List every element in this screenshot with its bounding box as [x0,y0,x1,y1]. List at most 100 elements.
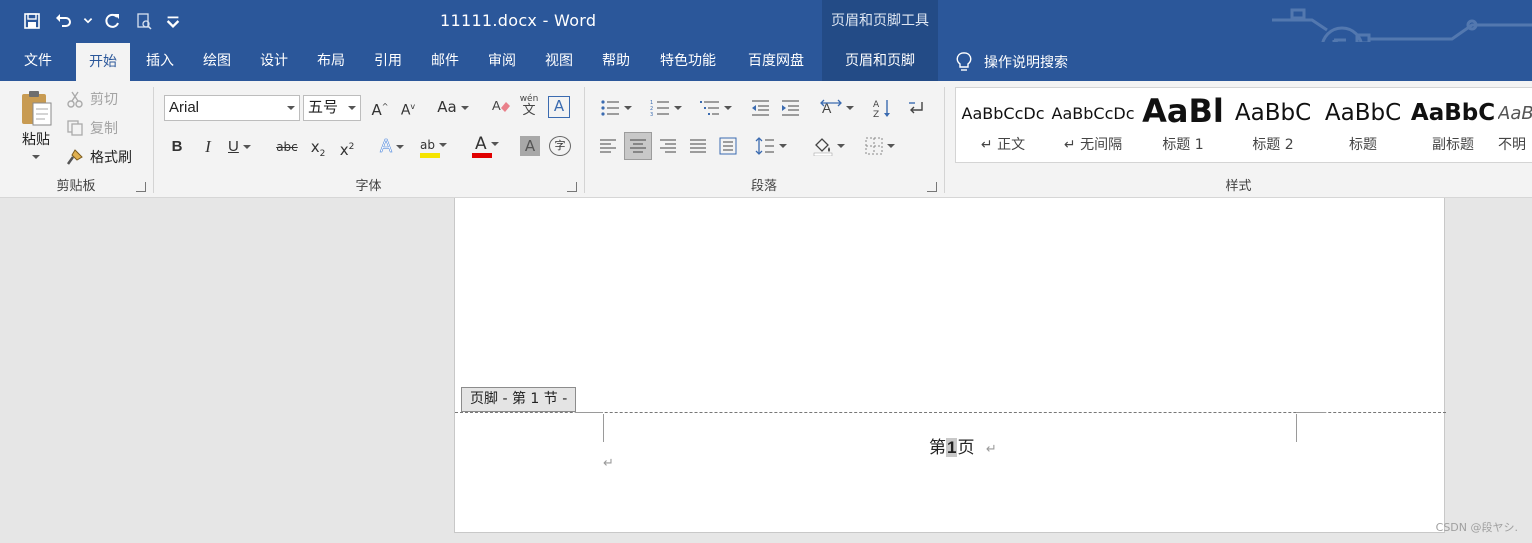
tab-mailings[interactable]: 邮件 [421,42,469,81]
justify-button[interactable] [685,133,711,159]
decrease-indent-button[interactable] [748,95,772,121]
print-preview-icon[interactable] [130,8,158,34]
text-effects-button[interactable]: A [373,136,411,160]
strikethrough-button[interactable]: abc [274,136,300,160]
clipboard-group: 粘贴 剪切 复制 格式刷 剪贴板 [0,81,152,198]
tell-me-search[interactable]: 操作说明搜索 [956,42,1068,81]
paragraph-mark: ↵ [985,442,997,457]
change-case-button[interactable]: Aa [434,96,472,120]
svg-text:A: A [873,100,880,110]
font-color-button[interactable]: A [472,133,512,158]
tab-baidu-netdisk[interactable]: 百度网盘 [740,42,812,81]
tab-home[interactable]: 开始 [76,43,130,81]
align-center-button[interactable] [624,132,652,160]
font-name-dropdown-icon [287,106,295,110]
align-center-icon [630,139,646,153]
document-page[interactable]: 页脚 - 第 1 节 - 第1页 ↵ ↵ [454,198,1446,533]
bullets-button[interactable] [595,95,637,121]
enclose-characters-button[interactable]: 字 [549,136,571,156]
tab-draw[interactable]: 绘图 [193,42,241,81]
tell-me-label: 操作说明搜索 [984,54,1068,71]
clear-formatting-button[interactable]: A [490,96,512,120]
tab-help[interactable]: 帮助 [592,42,640,81]
grow-font-button[interactable]: A^ [370,96,390,120]
paste-button[interactable]: 粘贴 [14,89,58,161]
customize-qat-icon[interactable] [162,8,184,34]
grow-font-glyph: A [371,101,382,119]
character-border-glyph: A [553,97,565,115]
undo-dropdown-icon[interactable] [82,8,94,34]
highlight-button[interactable]: ab [420,133,460,158]
shrink-font-button[interactable]: Av [398,96,418,120]
tab-insert[interactable]: 插入 [136,42,184,81]
line-spacing-button[interactable] [750,133,792,159]
title-bar: 11111.docx - Word [0,0,1532,77]
save-icon[interactable] [18,8,46,34]
footer-section-tag: 页脚 - 第 1 节 - [461,387,577,412]
character-border-button[interactable]: A [548,96,570,118]
multilevel-list-button[interactable] [695,95,737,121]
footer-page-number-text[interactable]: 第1页 ↵ [929,433,997,458]
subscript-mark: 2 [319,149,326,159]
tab-view[interactable]: 视图 [535,42,583,81]
footer-suffix: 页 [957,438,975,458]
phonetic-guide-button[interactable]: wén 文 [518,93,540,117]
format-painter-button[interactable]: 格式刷 [66,147,132,167]
tab-special-features[interactable]: 特色功能 [652,42,724,81]
borders-button[interactable] [859,133,901,159]
font-name-combo[interactable]: Arial [164,95,300,121]
svg-text:A: A [492,98,501,113]
paste-dropdown-icon[interactable] [14,149,58,161]
increase-indent-button[interactable] [778,95,802,121]
shading-button[interactable] [807,133,851,159]
superscript-mark: 2 [348,142,355,152]
bold-button[interactable]: B [167,136,187,160]
left-margin-corner [575,412,603,413]
distributed-button[interactable] [715,133,741,159]
copy-button[interactable]: 复制 [66,118,118,138]
copy-icon [67,120,83,136]
font-name-value: Arial [169,99,200,116]
paste-label: 粘贴 [22,132,50,148]
tab-review[interactable]: 审阅 [478,42,526,81]
chinese-layout-button[interactable]: A [815,95,859,121]
tab-layout[interactable]: 布局 [307,42,355,81]
font-size-dropdown-icon [348,106,356,110]
paint-bucket-icon [813,138,833,156]
italic-button[interactable]: I [198,136,218,160]
character-shading-button[interactable]: A [520,136,540,156]
align-right-icon [660,139,676,153]
font-size-combo[interactable]: 五号 [303,95,361,121]
tab-design[interactable]: 设计 [250,42,298,81]
paragraph-group: 123 A AZ 段落 [585,81,943,198]
show-formatting-marks-button[interactable] [905,95,929,121]
superscript-button[interactable]: x2 [337,136,357,160]
tab-header-footer[interactable]: 页眉和页脚 [822,42,938,81]
clipboard-dialog-launcher[interactable] [136,182,146,192]
decrease-indent-icon [752,100,769,116]
sort-button[interactable]: AZ [871,95,895,121]
subscript-button[interactable]: x2 [308,136,328,160]
svg-text:3: 3 [650,112,653,117]
page-number-field[interactable]: 1 [946,438,958,457]
align-left-button[interactable] [595,133,621,159]
paragraph-dialog-launcher[interactable] [927,182,937,192]
cut-button[interactable]: 剪切 [66,89,118,109]
undo-icon[interactable] [50,8,78,34]
redo-icon[interactable] [98,8,126,34]
clipboard-group-label: 剪贴板 [56,179,96,194]
numbering-button[interactable]: 123 [645,95,687,121]
styles-group: 样式 [945,81,1532,198]
distributed-icon [719,137,737,155]
tab-references[interactable]: 引用 [364,42,412,81]
bullets-icon [601,100,619,116]
font-dialog-launcher[interactable] [567,182,577,192]
paragraph-mark: ↵ [603,456,614,471]
align-left-icon [600,139,616,153]
align-right-button[interactable] [655,133,681,159]
left-margin-mark [603,414,604,442]
context-title: 页眉和页脚工具 [831,13,929,29]
underline-button[interactable]: U [228,136,266,160]
tab-file[interactable]: 文件 [12,42,64,81]
borders-icon [865,137,883,155]
